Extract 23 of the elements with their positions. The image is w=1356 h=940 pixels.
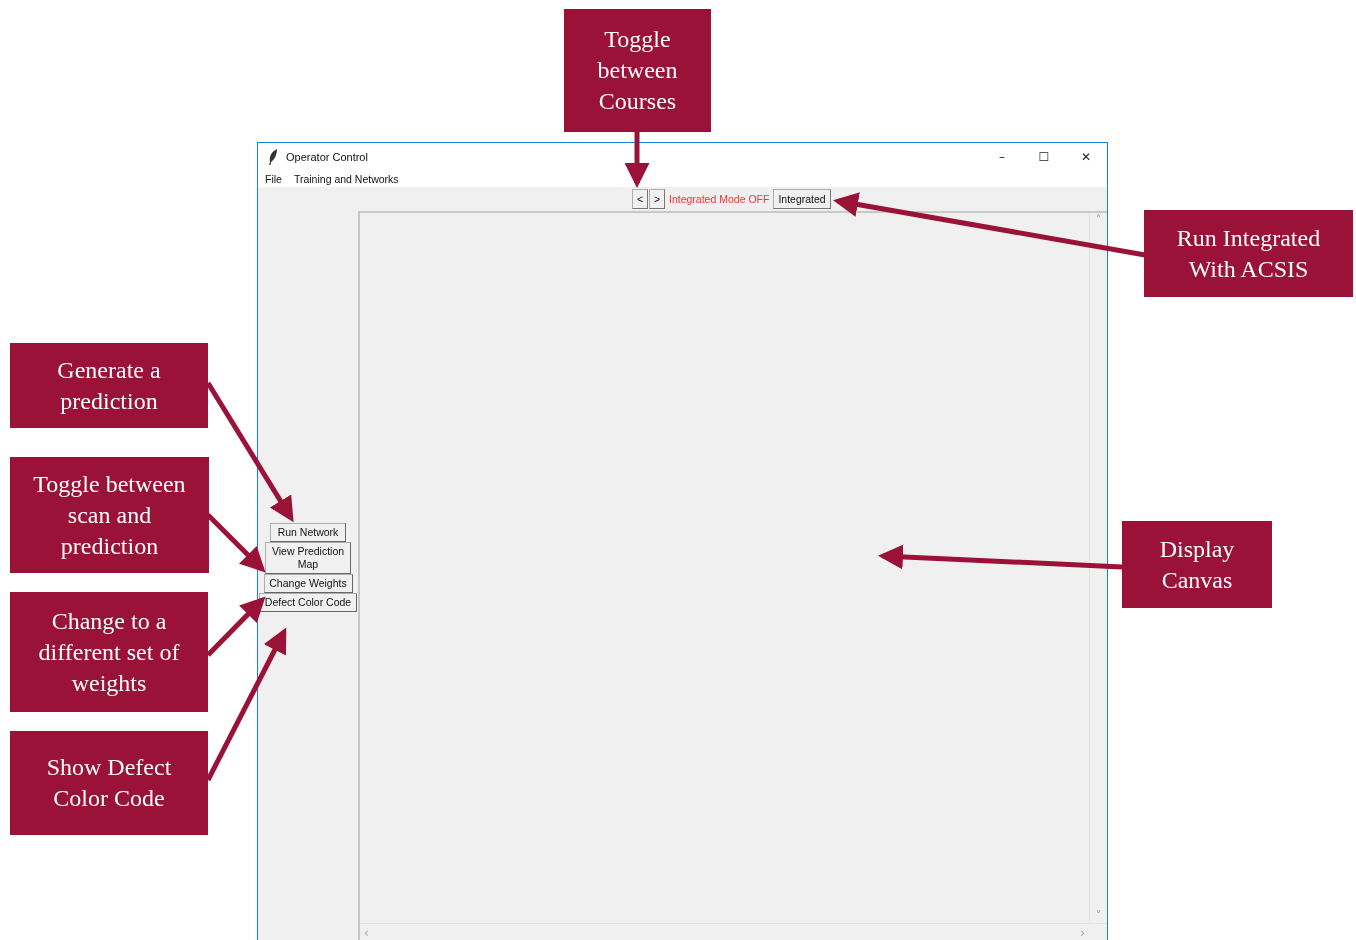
side-button[interactable]: Defect Color Code xyxy=(259,593,357,612)
menu-item[interactable]: File xyxy=(265,172,282,185)
callout-box: Generate a prediction xyxy=(10,343,208,428)
side-button[interactable]: Run Network xyxy=(270,523,346,542)
callout-box: Toggle between scan and prediction xyxy=(10,457,209,573)
side-button[interactable]: View Prediction Map xyxy=(265,542,351,574)
callout-box: Show Defect Color Code xyxy=(10,731,208,835)
callout-box: Toggle between Courses xyxy=(564,9,711,132)
maximize-button[interactable]: ☐ xyxy=(1023,143,1065,170)
previous-button[interactable]: < xyxy=(632,189,648,209)
feather-icon xyxy=(268,148,278,165)
callout-box: Display Canvas xyxy=(1122,521,1272,608)
callout-box: Change to a different set of weights xyxy=(10,592,208,712)
mode-label: Integrated Mode OFF xyxy=(668,193,771,205)
callout-box: Run Integrated With ACSIS xyxy=(1144,210,1353,297)
integrated-button[interactable]: Integrated xyxy=(773,189,831,209)
callout-arrow xyxy=(624,132,650,188)
minimize-button[interactable]: – xyxy=(981,143,1023,170)
next-button[interactable]: > xyxy=(649,189,665,209)
close-button[interactable]: ✕ xyxy=(1065,143,1107,170)
menu-item[interactable]: Training and Networks xyxy=(293,172,399,185)
window-title: Operator Control xyxy=(286,150,368,163)
side-button[interactable]: Change Weights xyxy=(263,574,353,593)
